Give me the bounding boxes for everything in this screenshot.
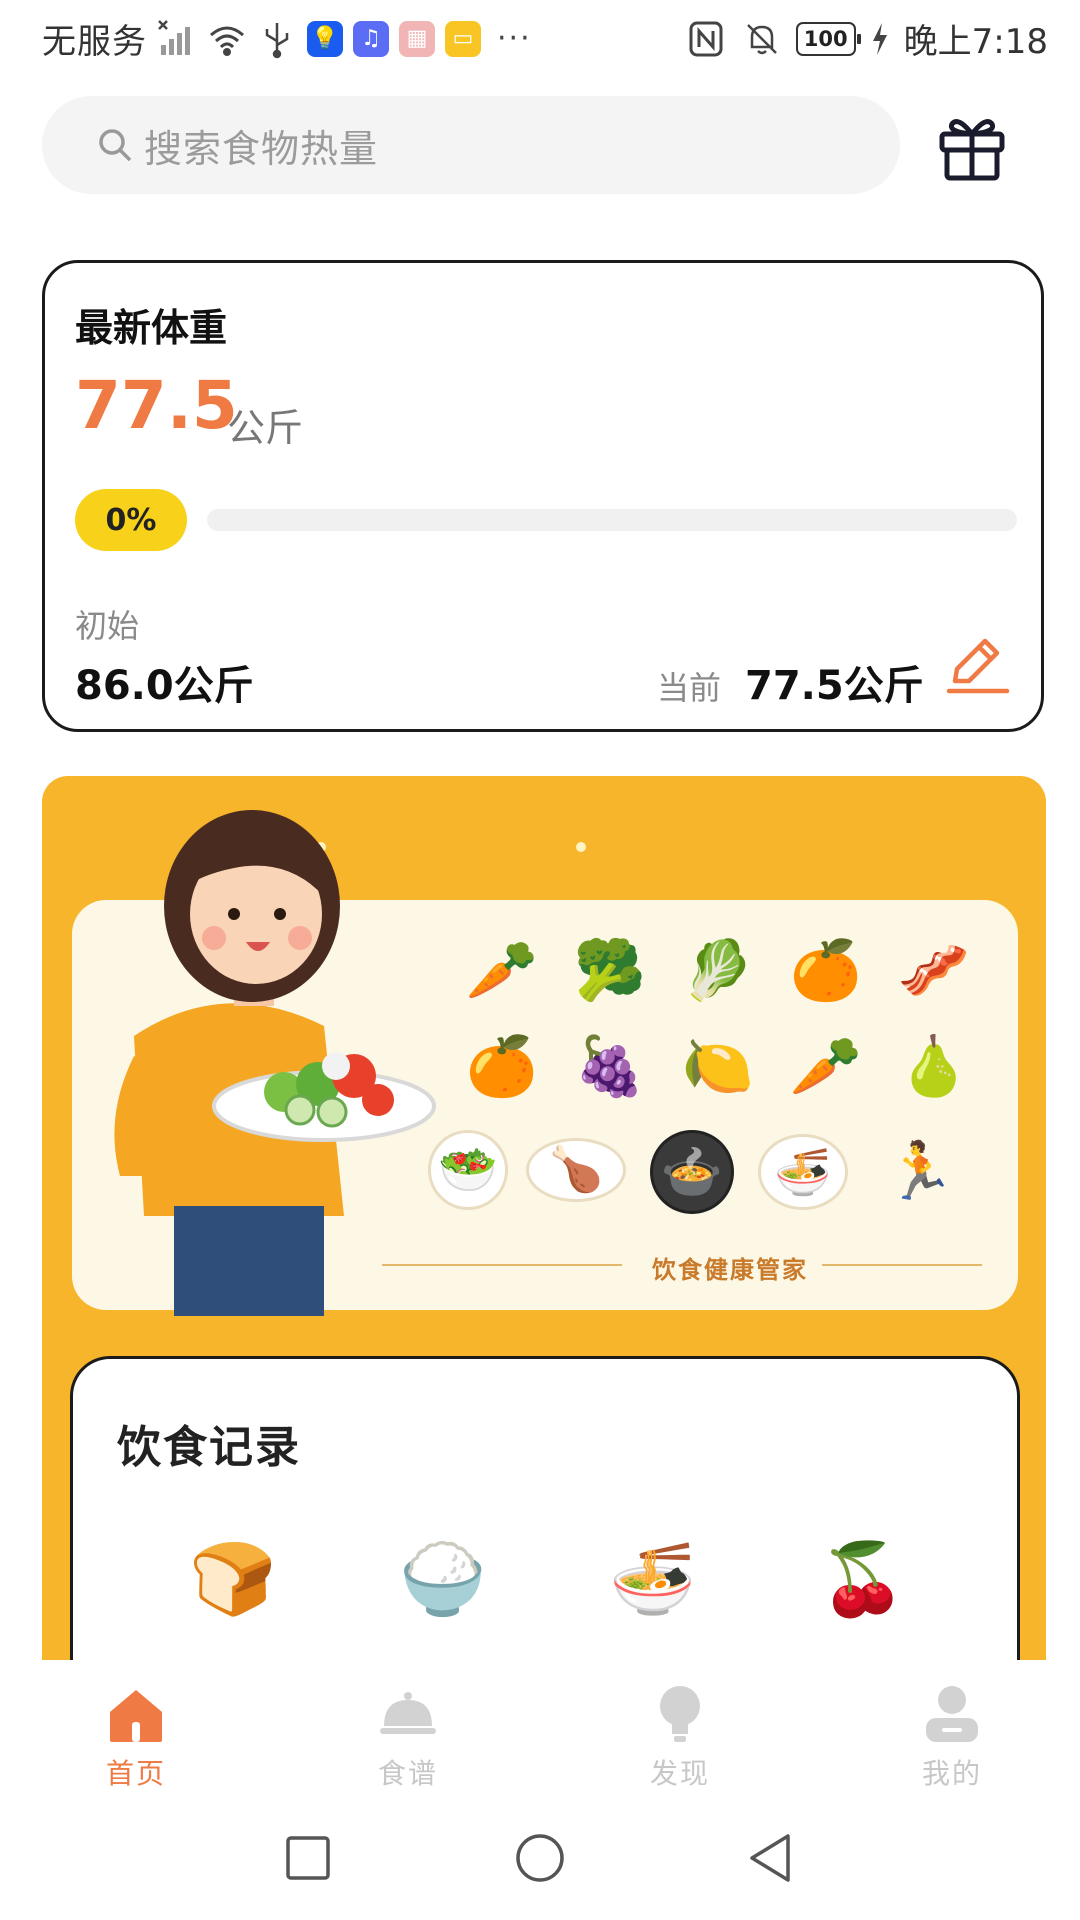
battery-indicator: 100 bbox=[795, 21, 861, 56]
runner-icon: 🏃 bbox=[885, 1139, 955, 1204]
initial-weight-label: 初始 bbox=[75, 607, 140, 645]
tab-discover[interactable]: 发现 bbox=[620, 1682, 740, 1792]
caption-line-right bbox=[822, 1264, 982, 1266]
bok-choy-icon: 🥬 bbox=[681, 936, 755, 1004]
home-button[interactable] bbox=[512, 1830, 568, 1886]
search-placeholder: 搜索食物热量 bbox=[144, 126, 379, 171]
cherry-icon[interactable]: 🍒 bbox=[813, 1529, 913, 1629]
tab-mine-label: 我的 bbox=[921, 1757, 982, 1790]
diet-record-title: 饮食记录 bbox=[117, 1422, 301, 1473]
caption-line-left bbox=[382, 1264, 622, 1266]
carrier-label: 无服务 bbox=[42, 22, 147, 62]
home-icon bbox=[110, 1690, 162, 1742]
lemon-slice-icon: 🍋 bbox=[681, 1032, 755, 1100]
tab-home-label: 首页 bbox=[105, 1757, 166, 1790]
pear-icon: 🍐 bbox=[897, 1032, 971, 1100]
nfc-icon bbox=[688, 19, 728, 59]
noodles-icon[interactable]: 🍜 bbox=[603, 1529, 703, 1629]
search-icon bbox=[99, 129, 132, 162]
calendar-app-icon: ▦ bbox=[399, 20, 435, 57]
bacon-icon: 🥓 bbox=[897, 936, 971, 1004]
files-app-icon: ▭ bbox=[445, 20, 481, 57]
banner-caption: 饮食健康管家 bbox=[652, 1256, 808, 1284]
back-button[interactable] bbox=[744, 1830, 800, 1886]
search-bar[interactable]: 搜索食物热量 bbox=[42, 96, 900, 194]
tab-recipes[interactable]: 食谱 bbox=[348, 1682, 468, 1792]
carrot-icon: 🥕 bbox=[465, 936, 539, 1004]
user-icon bbox=[926, 1686, 978, 1742]
status-bar: 无服务 💡 ♫ ▦ ▭ ··· 100 晚上7:18 bbox=[0, 0, 1080, 76]
grapefruit-icon: 🍊 bbox=[789, 936, 863, 1004]
plum-icon: 🍇 bbox=[573, 1032, 647, 1100]
initial-weight-value: 86.0公斤 bbox=[75, 663, 254, 709]
current-weight-value: 77.5公斤 bbox=[745, 663, 924, 709]
usb-icon bbox=[257, 19, 297, 59]
hotpot-icon: 🍲 bbox=[650, 1130, 734, 1214]
gift-icon[interactable] bbox=[932, 106, 1012, 186]
weight-card[interactable]: 最新体重 77.5 公斤 0% 初始 86.0公斤 当前 77.5公斤 bbox=[42, 260, 1044, 732]
status-left: 无服务 💡 ♫ ▦ ▭ ··· bbox=[42, 14, 532, 63]
cloche-icon bbox=[380, 1692, 436, 1734]
tab-discover-label: 发现 bbox=[649, 1757, 710, 1790]
carrot-icon-2: 🥕 bbox=[789, 1032, 863, 1100]
weight-card-title: 最新体重 bbox=[75, 306, 228, 350]
weight-unit: 公斤 bbox=[227, 406, 304, 450]
rice-bowl-icon[interactable]: 🍚 bbox=[393, 1529, 493, 1629]
more-notifications-icon: ··· bbox=[497, 21, 532, 56]
bulb-app-icon: 💡 bbox=[307, 20, 343, 57]
pencil-icon[interactable] bbox=[945, 633, 1011, 699]
mute-bell-icon bbox=[742, 19, 782, 59]
signal-x-icon bbox=[157, 19, 197, 59]
status-right: 100 晚上7:18 bbox=[688, 14, 1048, 63]
current-weight-label: 当前 bbox=[657, 669, 722, 707]
tab-home[interactable]: 首页 bbox=[76, 1682, 196, 1792]
steak-plate-icon: 🍗 bbox=[526, 1138, 626, 1202]
progress-badge: 0% bbox=[75, 489, 187, 551]
tab-mine[interactable]: 我的 bbox=[892, 1682, 1012, 1792]
progress-track bbox=[207, 509, 1017, 531]
latest-weight-value: 77.5 bbox=[75, 367, 238, 444]
bottom-tab-bar: 首页 食谱 发现 我的 bbox=[0, 1660, 1080, 1796]
vegetable-bowl-icon: 🥗 bbox=[428, 1130, 508, 1210]
broccoli-icon: 🥦 bbox=[573, 936, 647, 1004]
system-nav-bar bbox=[0, 1796, 1080, 1920]
tab-recipes-label: 食谱 bbox=[377, 1757, 438, 1790]
charging-icon bbox=[870, 19, 890, 59]
noodle-plate-icon: 🍜 bbox=[758, 1134, 848, 1210]
wifi-icon bbox=[207, 19, 247, 59]
banner-dot bbox=[576, 842, 586, 852]
toast-icon[interactable]: 🍞 bbox=[183, 1529, 283, 1629]
bulb-icon bbox=[660, 1686, 700, 1742]
orange-icon: 🍊 bbox=[465, 1032, 539, 1100]
music-app-icon: ♫ bbox=[353, 20, 389, 57]
girl-with-salad-illustration bbox=[114, 810, 436, 1316]
clock: 晚上7:18 bbox=[903, 22, 1048, 62]
app-screen: 无服务 💡 ♫ ▦ ▭ ··· 100 晚上7:18 搜索食物热量 最新体重 7… bbox=[0, 0, 1080, 1920]
recent-apps-button[interactable] bbox=[280, 1830, 336, 1886]
